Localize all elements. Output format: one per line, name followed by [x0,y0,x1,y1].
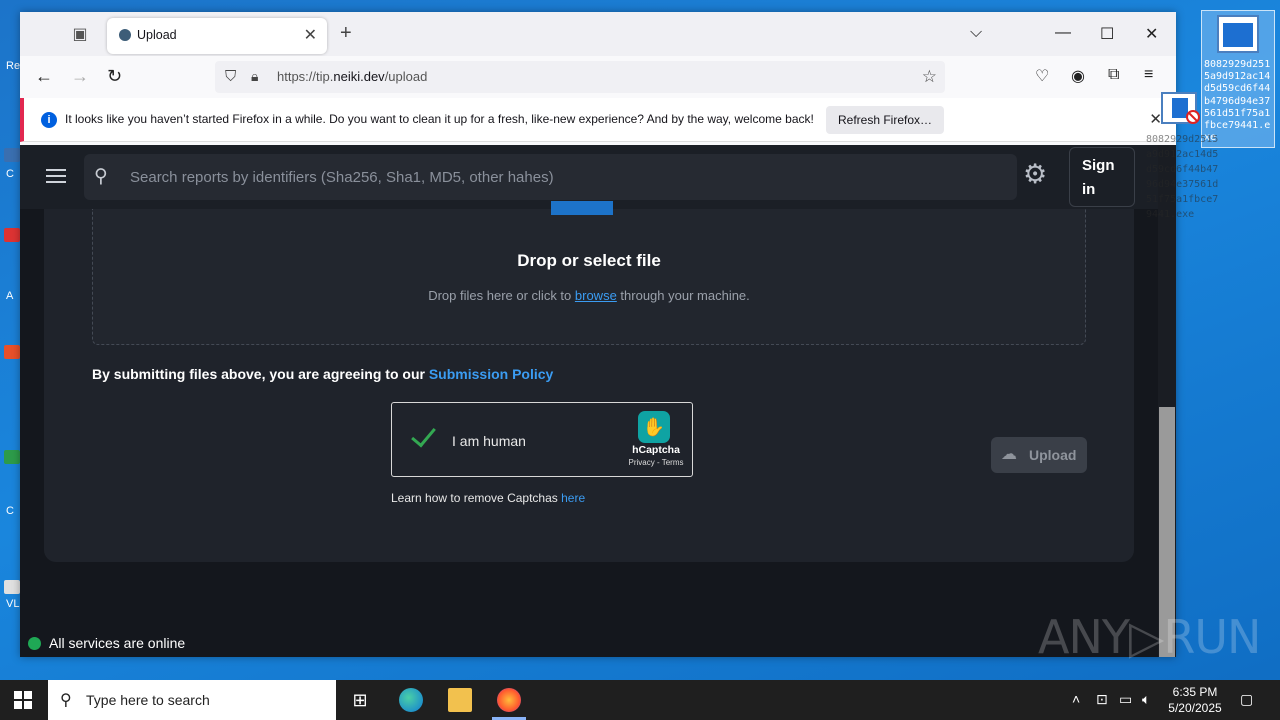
checkmark-icon[interactable] [408,421,438,451]
tray-chevron-icon[interactable]: ˄ [1072,691,1080,707]
tab-upload[interactable]: Upload ✕ [107,18,327,54]
lock-icon[interactable]: 🔒︎ [251,68,258,85]
anyrun-watermark: ANY▷RUN [1038,610,1261,664]
desktop-file-icon[interactable]: 8082929d2515a9d912ac14d5d59cd6f44b4796d9… [1201,10,1275,148]
browse-link[interactable]: browse [575,288,617,303]
search-icon: ⚲ [60,692,72,709]
web-content: ⚲ ⚙ Sign in Drop or select file Drop fil… [20,145,1176,657]
upload-file-icon [551,201,613,215]
remove-captcha-text: Learn how to remove Captchas here [391,491,586,505]
service-status: All services are online [28,635,185,651]
windows-start-icon[interactable] [14,691,32,709]
volume-icon[interactable]: 🔈︎ [1142,691,1150,708]
clock-date: 5/20/2025 [1168,701,1222,715]
close-window-icon[interactable]: ✕ [1145,24,1158,44]
taskbar-search-input[interactable] [86,680,326,720]
info-icon: i [41,112,57,128]
edge-icon[interactable] [399,688,423,712]
menu-icon[interactable]: ≡ [1144,66,1153,84]
forward-icon[interactable]: → [71,66,89,87]
task-view-icon[interactable]: ⊞ [348,688,372,712]
notification-center-icon[interactable]: ▢ [1240,691,1253,708]
report-search-box: ⚲ [84,154,1017,200]
minimize-icon[interactable]: — [1055,24,1071,42]
refresh-firefox-notification: i It looks like you haven’t started Fire… [20,98,1176,142]
submission-policy-text: By submitting files above, you are agree… [92,366,554,382]
tab-title: Upload [137,28,177,42]
windows-taskbar: ⚲ ⊞ ˄ ⊡ ▭ 🔈︎ 6:35 PM 5/20/2025 ▢ [0,680,1280,720]
desktop-icon[interactable] [4,580,20,594]
site-favicon-icon [119,29,131,41]
pocket-icon[interactable]: ♡ [1035,66,1049,86]
settings-gear-icon[interactable]: ⚙ [1023,159,1047,190]
account-icon[interactable]: ◉ [1071,66,1085,86]
submission-policy-link[interactable]: Submission Policy [429,366,553,382]
upload-label: Upload [1029,447,1077,463]
upload-card: Drop or select file Drop files here or c… [44,201,1134,562]
drop-subtitle: Drop files here or click to browse throu… [428,288,750,303]
close-tab-icon[interactable]: ✕ [304,25,317,45]
search-icon: ⚲ [94,166,108,187]
url-text: https://tip.neiki.dev/upload [277,69,428,84]
captcha-label: I am human [452,433,526,449]
taskbar-search: ⚲ [48,680,336,720]
tab-bar: ▣ Upload ✕ + ⌵ — ☐ ✕ [20,12,1176,56]
firefox-taskbar-icon[interactable] [497,688,521,712]
refresh-firefox-button[interactable]: Refresh Firefox… [826,106,945,134]
desktop-label: VL [6,598,20,610]
desktop-label: A [6,290,14,302]
notification-message: It looks like you haven’t started Firefo… [65,112,814,126]
hcaptcha-logo-icon: ✋ [638,411,670,443]
tab-list-chevron-icon[interactable]: ⌵ [970,24,982,42]
desktop-icon[interactable] [4,228,20,242]
desktop-icon[interactable] [4,345,20,359]
desktop-left-icons: Re C A C VL [0,0,22,680]
dragged-file-name: 8082929d2515a9d912ac14d5d59cd6f44b4796d9… [1146,134,1219,220]
no-drop-cursor-icon [1186,110,1200,124]
file-explorer-icon[interactable] [448,688,472,712]
cloud-upload-icon: ☁ [1001,446,1017,463]
hcaptcha-widget[interactable]: I am human ✋ hCaptcha Privacy - Terms [391,402,693,477]
hcaptcha-brand: hCaptcha [632,444,680,456]
report-search-input[interactable] [130,154,1000,200]
address-bar[interactable]: ⛉ 🔒︎ https://tip.neiki.dev/upload ☆ [215,61,945,93]
tray-app-icon[interactable]: ⊡ [1096,691,1108,708]
file-drop-zone[interactable]: Drop or select file Drop files here or c… [92,201,1086,345]
status-online-icon [28,637,41,650]
desktop-icon[interactable] [4,450,20,464]
desktop-label: Re [6,60,21,72]
taskbar-clock[interactable]: 6:35 PM 5/20/2025 [1160,684,1230,716]
firefox-window: ▣ Upload ✕ + ⌵ — ☐ ✕ ← → ↻ ⛉ 🔒︎ https://… [20,12,1176,657]
exe-file-icon [1217,15,1259,53]
new-tab-icon[interactable]: + [340,22,352,45]
captcha-privacy-terms[interactable]: Privacy - Terms [626,458,686,467]
sign-in-button[interactable]: Sign in [1069,147,1135,207]
desktop-label: C [6,168,14,180]
tracking-shield-icon[interactable]: ⛉ [225,68,236,85]
extensions-icon[interactable]: ⧉ [1108,66,1119,84]
desktop-label: C [6,505,14,517]
firefox-view-icon[interactable]: ▣ [70,24,90,44]
drop-title: Drop or select file [517,251,661,270]
maximize-icon[interactable]: ☐ [1100,24,1114,44]
hamburger-menu-icon[interactable] [46,169,66,183]
bookmark-star-icon[interactable]: ☆ [922,67,937,87]
reload-icon[interactable]: ↻ [107,66,122,87]
back-icon[interactable]: ← [35,66,53,87]
clock-time: 6:35 PM [1172,685,1218,699]
navigation-toolbar: ← → ↻ ⛉ 🔒︎ https://tip.neiki.dev/upload … [20,56,1176,98]
network-icon[interactable]: ▭ [1119,691,1132,708]
desktop-icon[interactable] [4,148,20,162]
upload-button[interactable]: ☁ Upload [991,437,1087,473]
site-header: ⚲ ⚙ Sign in [20,145,1158,209]
remove-captcha-link[interactable]: here [561,491,585,505]
